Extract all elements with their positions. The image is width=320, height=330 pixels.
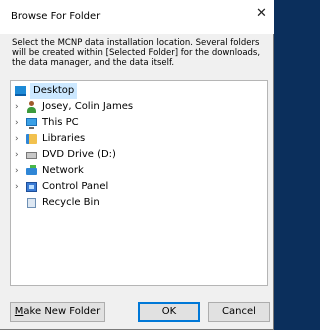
tree-item-recycle-bin[interactable]: Recycle Bin [11,195,267,211]
tree-item-label: Network [42,165,84,176]
make-new-folder-button[interactable]: Make New Folder [10,302,105,322]
tree-item-user-folder[interactable]: › Josey, Colin James [11,99,267,115]
tree-item-label: Recycle Bin [42,197,100,208]
tree-item-label: Control Panel [42,181,109,192]
computer-icon [26,118,37,129]
libraries-icon [26,134,37,144]
tree-item-label: Josey, Colin James [42,101,134,112]
tree-item-label: DVD Drive (D:) [42,149,116,160]
tree-item-label: Libraries [42,133,86,144]
close-icon[interactable]: ✕ [256,7,267,20]
browse-for-folder-dialog: Browse For Folder ✕ Select the MCNP data… [0,0,274,330]
folder-tree[interactable]: Desktop › Josey, Colin James › This PC ›… [10,80,268,286]
chevron-right-icon[interactable]: › [15,115,19,131]
chevron-right-icon[interactable]: › [15,99,19,115]
chevron-right-icon[interactable]: › [15,147,19,163]
tree-item-desktop[interactable]: Desktop [11,83,267,99]
tree-item-libraries[interactable]: › Libraries [11,131,267,147]
chevron-right-icon[interactable]: › [15,179,19,195]
title-bar[interactable]: Browse For Folder ✕ [0,0,274,34]
user-folder-icon [26,101,37,113]
recycle-bin-icon [27,198,36,208]
tree-item-label: Desktop [30,83,78,99]
tree-item-control-panel[interactable]: › Control Panel [11,179,267,195]
tree-item-network[interactable]: › Network [11,163,267,179]
dialog-description: Select the MCNP data installation locati… [12,38,261,68]
dialog-title: Browse For Folder [11,11,101,22]
control-panel-icon [26,182,37,192]
cancel-button[interactable]: Cancel [208,302,270,322]
ok-button[interactable]: OK [138,302,200,322]
tree-item-dvd-drive[interactable]: › DVD Drive (D:) [11,147,267,163]
dvd-drive-icon [26,152,37,159]
button-label: ake New Folder [23,306,101,317]
tree-item-label: This PC [42,117,79,128]
chevron-right-icon[interactable]: › [15,131,19,147]
chevron-right-icon[interactable]: › [15,163,19,179]
desktop-icon [15,86,26,96]
tree-item-this-pc[interactable]: › This PC [11,115,267,131]
network-icon [26,165,37,175]
